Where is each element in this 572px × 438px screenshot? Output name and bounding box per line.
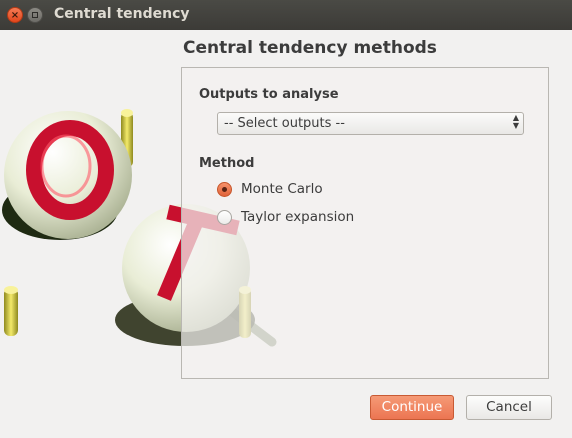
window-minimize-button[interactable] [27,7,43,23]
continue-button[interactable]: Continue [370,395,454,420]
page-title: Central tendency methods [183,38,437,58]
window-close-button[interactable]: × [7,7,23,23]
window-title: Central tendency [54,6,190,22]
dropdown-arrows-icon: ▲ ▼ [512,113,519,130]
cancel-button[interactable]: Cancel [466,395,552,420]
taylor-expansion-label: Taylor expansion [241,209,355,225]
taylor-expansion-radio[interactable] [217,210,232,225]
outputs-select[interactable]: -- Select outputs -- ▲ ▼ [217,112,524,135]
outputs-select-value: -- Select outputs -- [224,116,345,131]
close-icon: × [10,10,20,21]
monte-carlo-label: Monte Carlo [241,181,323,197]
monte-carlo-radio[interactable] [217,182,232,197]
method-label: Method [199,156,255,171]
minimize-icon [32,12,38,18]
method-panel: Outputs to analyse -- Select outputs -- … [181,67,549,379]
title-bar: × Central tendency [0,0,572,30]
outputs-label: Outputs to analyse [199,87,339,102]
